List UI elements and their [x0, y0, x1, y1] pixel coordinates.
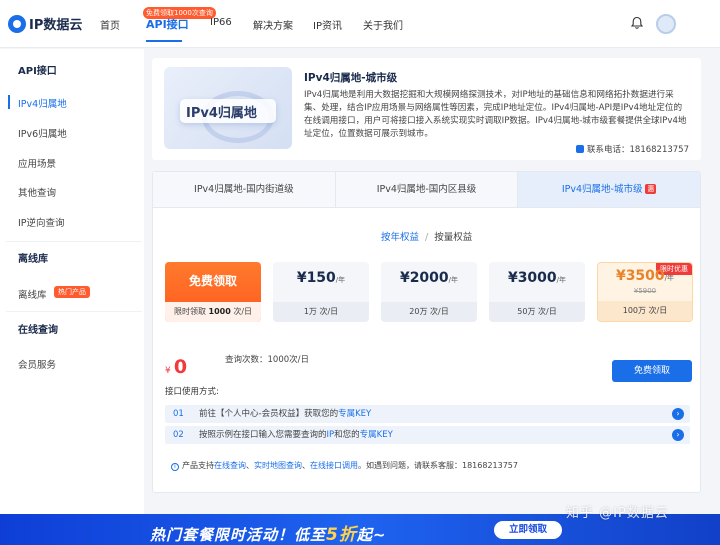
avatar[interactable] [656, 14, 676, 34]
plan-quota: 限时领取 1000 次/日 [165, 302, 261, 322]
plan-card-150[interactable]: ¥150/年 1万 次/日 [273, 262, 369, 322]
support-phone: 18168213757 [462, 461, 518, 470]
plan-quota: 20万 次/日 [381, 302, 477, 322]
chevron-right-icon[interactable]: › [672, 429, 684, 441]
sidebar-section-online: 在线查询 [18, 325, 58, 336]
product-description: IPv4归属地是利用大数据挖掘和大规模网络探测技术，对IP地址的基础信息和网络拓… [304, 90, 687, 139]
sidebar-section-offline: 离线库 [18, 254, 48, 265]
claim-now-button[interactable]: 立即领取 [494, 521, 562, 539]
product-card: IPv4归属地 IPv4归属地-城市级 IPv4归属地是利用大数据挖掘和大规模网… [152, 58, 701, 160]
tab-label: IPv4归属地-国内区县级 [376, 184, 477, 195]
plan-price: ¥2000/年 [399, 270, 459, 286]
contact-phone: 联系电话：18168213757 [575, 143, 690, 155]
sidebar-divider [6, 241, 142, 242]
step-number: 01 [173, 409, 184, 419]
step-text: 前往【个人中心-会员权益】获取您的专属KEY [199, 409, 372, 419]
billing-switch: 按年权益 / 按量权益 [381, 229, 472, 243]
sidebar-active-indicator [8, 95, 10, 109]
subtab-per-use[interactable]: 按量权益 [434, 232, 472, 243]
phone-icon [575, 145, 584, 153]
quota-label: 限时领取 [173, 307, 209, 316]
contact-phone-number: 18168213757 [629, 145, 690, 155]
tab-city-level[interactable]: IPv4归属地-城市级惠 [518, 172, 701, 207]
plan-price: ¥3500/年 [615, 268, 675, 284]
support-note: i 产品支持在线查询、实时地图查询、在线接口调用。如遇到问题，请联系客服：1816… [171, 460, 518, 471]
plan-price: 免费领取 [188, 274, 237, 288]
contact-phone-label: 联系电话： [586, 145, 630, 155]
step-text: 按照示例在接口输入您需要查询的IP和您的专属KEY [199, 430, 393, 440]
top-navbar: IP数据云 首页 免费领取1000次查询 API接口 IP66 解决方案 IP资… [0, 0, 720, 48]
quota-unit: 次/日 [230, 307, 253, 316]
link-map-query[interactable]: 实时地图查询 [254, 461, 302, 470]
nav-home[interactable]: 首页 [100, 17, 120, 32]
logo-text: IP数据云 [29, 18, 83, 33]
plan-card-free[interactable]: 免费领取 限时领取 1000 次/日 [165, 262, 261, 322]
logo-icon [8, 14, 26, 33]
plan-quota: 1万 次/日 [273, 302, 369, 322]
chevron-right-icon[interactable]: › [672, 408, 684, 420]
watermark: 知乎 @IP数据云 [566, 506, 669, 521]
bell-icon[interactable] [630, 16, 644, 30]
tab-label: IPv4归属地-城市级 [561, 184, 643, 195]
step-number: 02 [173, 430, 184, 440]
product-image: IPv4归属地 [164, 67, 292, 149]
step-row[interactable]: 02 按照示例在接口输入您需要查询的IP和您的专属KEY › [165, 426, 690, 444]
sidebar: API接口 IPv4归属地 IPv6归属地 应用场景 其他查询 IP逆向查询 离… [0, 49, 144, 519]
sidebar-section-api: API接口 [18, 66, 57, 77]
nav-solutions[interactable]: 解决方案 [253, 17, 293, 32]
plan-price: ¥150/年 [296, 270, 346, 286]
claim-free-button[interactable]: 免费领取 [612, 360, 692, 382]
original-price: ¥5900 [633, 287, 657, 295]
product-image-text: IPv4归属地 [186, 106, 257, 121]
nav-api[interactable]: API接口 [146, 16, 189, 32]
sidebar-item-other[interactable]: 其他查询 [18, 185, 56, 199]
currency-symbol: ¥ [165, 366, 171, 376]
plan-card-2000[interactable]: ¥2000/年 20万 次/日 [381, 262, 477, 322]
step-row[interactable]: 01 前往【个人中心-会员权益】获取您的专属KEY › [165, 405, 690, 423]
nav-ip66[interactable]: IP66 [210, 17, 232, 28]
tab-label: IPv4归属地-国内街道级 [194, 184, 294, 195]
subtab-yearly[interactable]: 按年权益 [381, 232, 419, 243]
sidebar-item-member[interactable]: 会员服务 [18, 357, 56, 371]
discount-tag: 惠 [645, 184, 657, 194]
total-amount: 0 [173, 356, 188, 378]
plan-card-3500[interactable]: 限时优惠 ¥3500/年 ¥5900 100万 次/日 [597, 262, 693, 322]
nav-about[interactable]: 关于我们 [363, 17, 403, 32]
info-icon: i [171, 463, 179, 471]
link-api-call[interactable]: 在线接口调用 [310, 461, 358, 470]
logo[interactable]: IP数据云 [8, 14, 82, 33]
total-price: ¥ 0 [165, 356, 187, 378]
usage-count: 查询次数：1000次/日 [225, 353, 309, 365]
sidebar-item-ipv6[interactable]: IPv6归属地 [18, 126, 67, 140]
sidebar-item-reverse[interactable]: IP逆向查询 [18, 215, 65, 229]
nav-active-indicator [146, 40, 182, 42]
quota-value: 1000 [208, 307, 231, 316]
hot-product-badge: 热门产品 [54, 286, 90, 298]
plan-tabs: IPv4归属地-国内街道级 IPv4归属地-国内区县级 IPv4归属地-城市级惠 [153, 172, 701, 208]
sidebar-item-offline[interactable]: 离线库 [18, 287, 47, 301]
sidebar-item-scenarios[interactable]: 应用场景 [18, 156, 56, 170]
tab-district-level[interactable]: IPv4归属地-国内区县级 [335, 172, 519, 207]
nav-news[interactable]: IP资讯 [313, 17, 342, 32]
plan-quota: 100万 次/日 [598, 301, 692, 321]
sidebar-item-ipv4[interactable]: IPv4归属地 [18, 96, 67, 110]
usage-method-label: 接口使用方式: [165, 387, 219, 397]
plan-quota: 50万 次/日 [489, 302, 585, 322]
product-title: IPv4归属地-城市级 [304, 72, 398, 84]
plans-panel: IPv4归属地-国内街道级 IPv4归属地-国内区县级 IPv4归属地-城市级惠… [152, 171, 701, 493]
plan-price: ¥3000/年 [507, 270, 567, 286]
usage-label: 查询次数： [225, 355, 268, 365]
usage-value: 1000次/日 [267, 355, 310, 365]
subtab-separator: / [425, 232, 429, 243]
tab-street-level[interactable]: IPv4归属地-国内街道级 [153, 172, 336, 207]
link-online-query[interactable]: 在线查询 [214, 461, 246, 470]
sidebar-divider [6, 311, 142, 312]
plan-card-3000[interactable]: ¥3000/年 50万 次/日 [489, 262, 585, 322]
banner-text: 热门套餐限时活动！低至5折起~ [150, 525, 387, 545]
